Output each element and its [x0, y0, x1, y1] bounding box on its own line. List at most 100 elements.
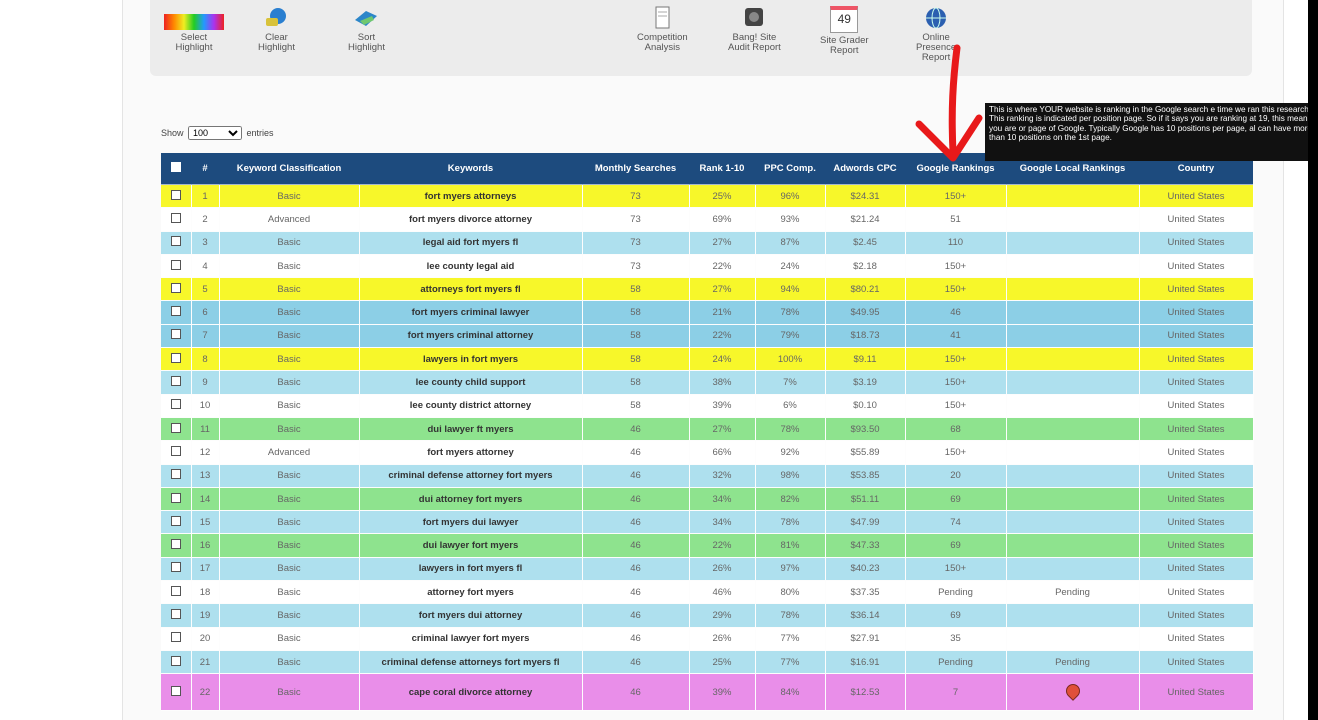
row-checkbox[interactable] — [161, 533, 192, 558]
row-keyword: legal aid fort myers fl — [359, 231, 583, 255]
checkbox[interactable] — [170, 399, 181, 410]
row-classification: Basic — [219, 650, 360, 674]
table-row[interactable]: 18 Basic attorney fort myers 46 46% 80% $37.35… — [161, 580, 1254, 604]
site-grader-button[interactable]: 49 Site Grader Report — [820, 4, 869, 56]
row-checkbox[interactable] — [161, 300, 192, 325]
table-row[interactable]: 15 Basic fort myers dui lawyer 46 34% 78% $47.… — [161, 510, 1254, 534]
row-country: United States — [1139, 580, 1254, 604]
table-row[interactable]: 7 Basic fort myers criminal attorney 58 22% 7… — [161, 324, 1254, 348]
row-checkbox[interactable] — [161, 487, 192, 511]
table-row[interactable]: 20 Basic criminal lawyer fort myers 46 26% 77… — [161, 627, 1254, 651]
table-row[interactable]: 10 Basic lee county district attorney 58 39%… — [161, 394, 1254, 418]
row-ppc: 97% — [755, 557, 826, 581]
checkbox[interactable] — [170, 282, 181, 293]
checkbox[interactable] — [170, 562, 181, 573]
select-highlight-button[interactable]: Select Highlight — [164, 4, 224, 53]
row-cpc: $36.14 — [825, 603, 906, 628]
table-row[interactable]: 14 Basic dui attorney fort myers 46 34% 82% $5… — [161, 487, 1254, 511]
sort-highlight-label: Sort Highlight — [348, 32, 385, 53]
table-row[interactable]: 17 Basic lawyers in fort myers fl 46 26% 97% $… — [161, 557, 1254, 581]
checkbox[interactable] — [170, 212, 181, 223]
row-rank: 27% — [689, 277, 756, 301]
competition-analysis-button[interactable]: Competition Analysis — [637, 4, 688, 53]
table-row[interactable]: 19 Basic fort myers dui attorney 46 29% 78% $3… — [161, 603, 1254, 628]
row-cpc: $3.19 — [825, 370, 906, 395]
checkbox[interactable] — [170, 492, 181, 503]
table-row[interactable]: 11 Basic dui lawyer ft myers 46 27% 78% $93.50… — [161, 417, 1254, 441]
checkbox[interactable] — [170, 259, 181, 270]
col-keywords[interactable]: Keywords — [359, 153, 582, 185]
checkbox[interactable] — [170, 539, 181, 550]
row-google-ranking: 150+ — [905, 347, 1007, 371]
row-checkbox[interactable] — [161, 464, 192, 488]
table-row[interactable]: 13 Basic criminal defense attorney fort my… — [161, 464, 1254, 488]
row-google-ranking: 150+ — [905, 254, 1007, 278]
col-number[interactable]: # — [191, 153, 219, 185]
checkbox[interactable] — [170, 329, 181, 340]
col-cpc[interactable]: Adwords CPC — [825, 153, 905, 185]
row-checkbox[interactable] — [161, 370, 192, 395]
table-row[interactable]: 1 Basic fort myers attorneys 73 25% 96% $24.31… — [161, 184, 1254, 208]
bang-site-audit-button[interactable]: Bang! Site Audit Report — [728, 4, 781, 53]
checkbox[interactable] — [170, 469, 181, 480]
entries-label: entries — [246, 128, 274, 138]
checkbox[interactable] — [170, 515, 181, 526]
row-checkbox[interactable] — [161, 557, 192, 581]
checkbox[interactable] — [170, 608, 181, 619]
checkbox[interactable] — [170, 306, 181, 317]
col-classification[interactable]: Keyword Classification — [219, 153, 359, 185]
table-row[interactable]: 12 Advanced fort myers attorney 46 66% 92% $55… — [161, 440, 1254, 465]
row-checkbox[interactable] — [161, 277, 192, 301]
row-checkbox[interactable] — [161, 207, 192, 232]
row-checkbox[interactable] — [161, 580, 192, 604]
row-checkbox[interactable] — [161, 231, 192, 255]
col-monthly-searches[interactable]: Monthly Searches — [582, 153, 689, 185]
row-checkbox[interactable] — [161, 627, 192, 651]
checkbox[interactable] — [170, 352, 181, 363]
row-checkbox[interactable] — [161, 440, 192, 465]
table-row[interactable]: 8 Basic lawyers in fort myers 58 24% 100% $9.1… — [161, 347, 1254, 371]
row-ppc: 77% — [755, 650, 826, 674]
row-country: United States — [1139, 510, 1254, 534]
row-checkbox[interactable] — [161, 673, 192, 711]
checkbox[interactable] — [170, 655, 181, 666]
select-all-checkbox[interactable] — [161, 153, 191, 185]
table-row[interactable]: 22 Basic cape coral divorce attorney 46 39% 8… — [161, 673, 1254, 711]
row-classification: Basic — [219, 231, 360, 255]
table-row[interactable]: 2 Advanced fort myers divorce attorney 73 69… — [161, 207, 1254, 232]
checkbox[interactable] — [170, 236, 181, 247]
table-row[interactable]: 5 Basic attorneys fort myers fl 58 27% 94% $80… — [161, 277, 1254, 301]
col-ppc[interactable]: PPC Comp. — [755, 153, 825, 185]
col-rank[interactable]: Rank 1-10 — [689, 153, 755, 185]
table-row[interactable]: 21 Basic criminal defense attorneys fort m… — [161, 650, 1254, 674]
row-checkbox[interactable] — [161, 650, 192, 674]
row-number: 8 — [191, 347, 220, 371]
checkbox[interactable] — [170, 376, 181, 387]
row-checkbox[interactable] — [161, 603, 192, 628]
row-checkbox[interactable] — [161, 347, 192, 371]
checkbox[interactable] — [170, 189, 181, 200]
row-keyword: criminal lawyer fort myers — [359, 627, 583, 651]
row-checkbox[interactable] — [161, 184, 192, 208]
clear-highlight-button[interactable]: Clear Highlight — [258, 4, 295, 53]
row-checkbox[interactable] — [161, 324, 192, 348]
row-google-local — [1006, 254, 1140, 278]
checkbox[interactable] — [170, 632, 181, 643]
checkbox[interactable] — [170, 585, 181, 596]
checkbox[interactable] — [170, 445, 181, 456]
table-row[interactable]: 4 Basic lee county legal aid 73 22% 24% $2.18 1… — [161, 254, 1254, 278]
table-row[interactable]: 3 Basic legal aid fort myers fl 73 27% 87% $2.… — [161, 231, 1254, 255]
row-google-local — [1006, 417, 1140, 441]
entries-select[interactable]: 100 — [188, 126, 243, 140]
checkbox[interactable] — [170, 685, 181, 696]
row-checkbox[interactable] — [161, 417, 192, 441]
table-row[interactable]: 16 Basic dui lawyer fort myers 46 22% 81% $47.… — [161, 533, 1254, 558]
sort-highlight-button[interactable]: Sort Highlight — [348, 4, 385, 53]
table-row[interactable]: 9 Basic lee county child support 58 38% 7% $3.… — [161, 370, 1254, 395]
row-monthly-searches: 58 — [582, 277, 690, 301]
row-checkbox[interactable] — [161, 254, 192, 278]
row-checkbox[interactable] — [161, 394, 192, 418]
table-row[interactable]: 6 Basic fort myers criminal lawyer 58 21% 78%… — [161, 300, 1254, 325]
row-checkbox[interactable] — [161, 510, 192, 534]
checkbox[interactable] — [170, 422, 181, 433]
